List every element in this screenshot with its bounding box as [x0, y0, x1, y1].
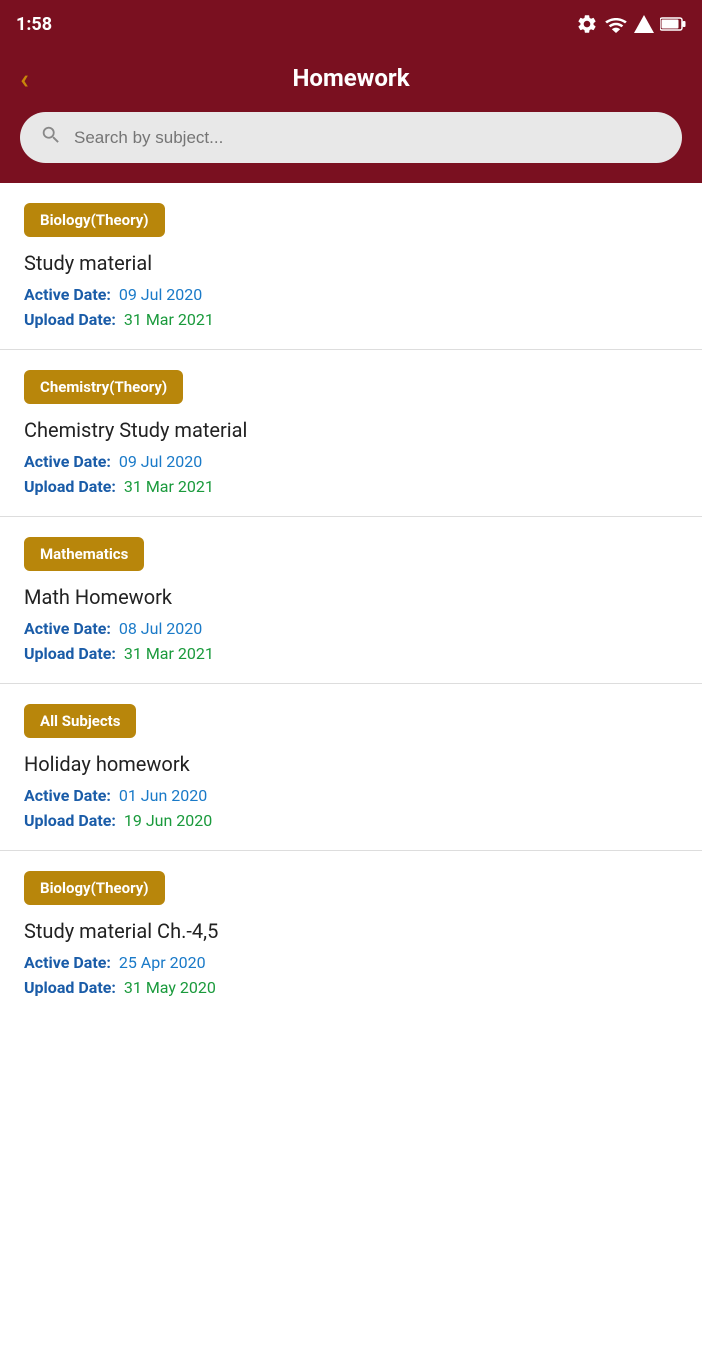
homework-title: Study material Ch.-4,5	[24, 919, 678, 943]
homework-title: Study material	[24, 251, 678, 275]
search-container	[0, 112, 702, 183]
active-date-label: Active Date:	[24, 786, 111, 805]
list-item[interactable]: Biology(Theory) Study material Active Da…	[0, 183, 702, 350]
homework-title: Holiday homework	[24, 752, 678, 776]
upload-date-value: 31 May 2020	[124, 978, 216, 997]
active-date-row: Active Date: 09 Jul 2020	[24, 452, 678, 471]
list-item[interactable]: Mathematics Math Homework Active Date: 0…	[0, 517, 702, 684]
active-date-label: Active Date:	[24, 953, 111, 972]
upload-date-label: Upload Date:	[24, 978, 116, 997]
status-bar: 1:58	[0, 0, 702, 48]
subject-badge: Chemistry(Theory)	[24, 370, 183, 404]
active-date-label: Active Date:	[24, 619, 111, 638]
list-item[interactable]: Biology(Theory) Study material Ch.-4,5 A…	[0, 851, 702, 997]
upload-date-value: 31 Mar 2021	[124, 477, 214, 496]
active-date-value: 09 Jul 2020	[119, 452, 202, 471]
status-time: 1:58	[16, 14, 52, 35]
upload-date-row: Upload Date: 31 Mar 2021	[24, 477, 678, 496]
subject-badge: All Subjects	[24, 704, 136, 738]
upload-date-label: Upload Date:	[24, 811, 116, 830]
active-date-row: Active Date: 25 Apr 2020	[24, 953, 678, 972]
active-date-label: Active Date:	[24, 285, 111, 304]
wifi-icon	[604, 15, 628, 33]
homework-list: Biology(Theory) Study material Active Da…	[0, 183, 702, 997]
subject-badge: Mathematics	[24, 537, 144, 571]
upload-date-row: Upload Date: 31 Mar 2021	[24, 310, 678, 329]
upload-date-value: 19 Jun 2020	[124, 811, 212, 830]
back-button[interactable]: ‹	[20, 62, 29, 95]
battery-icon	[660, 17, 686, 31]
upload-date-value: 31 Mar 2021	[124, 644, 214, 663]
header: ‹ Homework	[0, 48, 702, 112]
signal-icon	[634, 15, 654, 33]
list-item[interactable]: Chemistry(Theory) Chemistry Study materi…	[0, 350, 702, 517]
upload-date-value: 31 Mar 2021	[124, 310, 214, 329]
homework-title: Chemistry Study material	[24, 418, 678, 442]
active-date-row: Active Date: 09 Jul 2020	[24, 285, 678, 304]
search-input[interactable]	[74, 128, 662, 148]
upload-date-row: Upload Date: 19 Jun 2020	[24, 811, 678, 830]
subject-badge: Biology(Theory)	[24, 871, 165, 905]
gear-icon	[576, 13, 598, 35]
status-icons	[576, 13, 686, 35]
active-date-value: 25 Apr 2020	[119, 953, 206, 972]
page-title: Homework	[292, 64, 409, 92]
active-date-value: 01 Jun 2020	[119, 786, 207, 805]
list-item[interactable]: All Subjects Holiday homework Active Dat…	[0, 684, 702, 851]
upload-date-row: Upload Date: 31 May 2020	[24, 978, 678, 997]
search-bar[interactable]	[20, 112, 682, 163]
search-icon	[40, 124, 62, 151]
active-date-row: Active Date: 08 Jul 2020	[24, 619, 678, 638]
upload-date-label: Upload Date:	[24, 310, 116, 329]
upload-date-label: Upload Date:	[24, 644, 116, 663]
homework-title: Math Homework	[24, 585, 678, 609]
upload-date-row: Upload Date: 31 Mar 2021	[24, 644, 678, 663]
subject-badge: Biology(Theory)	[24, 203, 165, 237]
upload-date-label: Upload Date:	[24, 477, 116, 496]
active-date-label: Active Date:	[24, 452, 111, 471]
active-date-value: 09 Jul 2020	[119, 285, 202, 304]
active-date-value: 08 Jul 2020	[119, 619, 202, 638]
active-date-row: Active Date: 01 Jun 2020	[24, 786, 678, 805]
